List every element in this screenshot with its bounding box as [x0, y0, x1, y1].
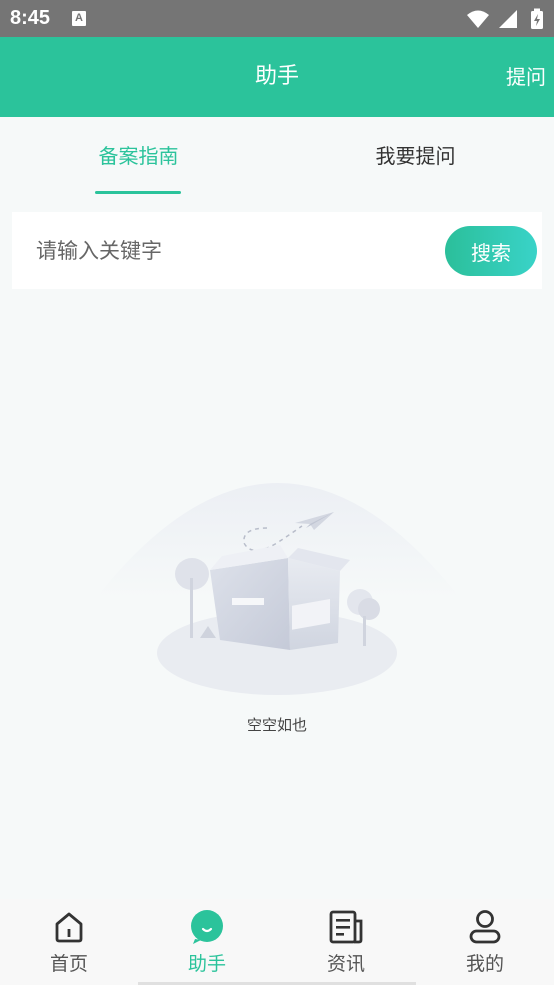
home-icon — [55, 912, 83, 943]
empty-state-text: 空空如也 — [246, 716, 307, 734]
nav-item-profile[interactable]: 我的 — [416, 899, 554, 985]
empty-box-illustration — [92, 468, 464, 704]
tab-ask-question[interactable]: 我要提问 — [277, 117, 554, 195]
bottom-nav: 首页 助手 资讯 我的 — [0, 899, 554, 985]
status-time: 8:45 — [10, 7, 51, 29]
wifi-icon — [466, 10, 489, 28]
cell-signal-icon — [498, 10, 517, 28]
battery-charging-icon — [531, 8, 543, 29]
nav-label-assistant: 助手 — [187, 953, 226, 975]
tab-active-indicator — [95, 191, 181, 194]
search-button[interactable]: 搜索 — [445, 226, 537, 276]
search-bar: 搜索 — [12, 212, 542, 289]
nav-label-news: 资讯 — [326, 953, 365, 975]
news-icon — [329, 910, 363, 944]
tab-bar: 备案指南 我要提问 — [0, 117, 554, 195]
app-header: 助手 提问 — [0, 37, 554, 117]
user-icon — [469, 910, 501, 944]
tab-filing-guide[interactable]: 备案指南 — [0, 117, 277, 195]
nav-item-home[interactable]: 首页 — [0, 899, 138, 985]
nav-label-home: 首页 — [49, 953, 88, 975]
status-icons — [466, 8, 544, 30]
status-bar: 8:45 A — [0, 0, 554, 37]
search-input[interactable] — [36, 230, 436, 272]
notification-a-icon: A — [72, 11, 86, 26]
nav-item-assistant[interactable]: 助手 — [138, 899, 276, 985]
assistant-icon — [191, 910, 223, 944]
ask-question-button[interactable]: 提问 — [506, 37, 546, 117]
page-title: 助手 — [254, 64, 299, 89]
nav-item-news[interactable]: 资讯 — [277, 899, 415, 985]
nav-label-profile: 我的 — [465, 953, 504, 975]
